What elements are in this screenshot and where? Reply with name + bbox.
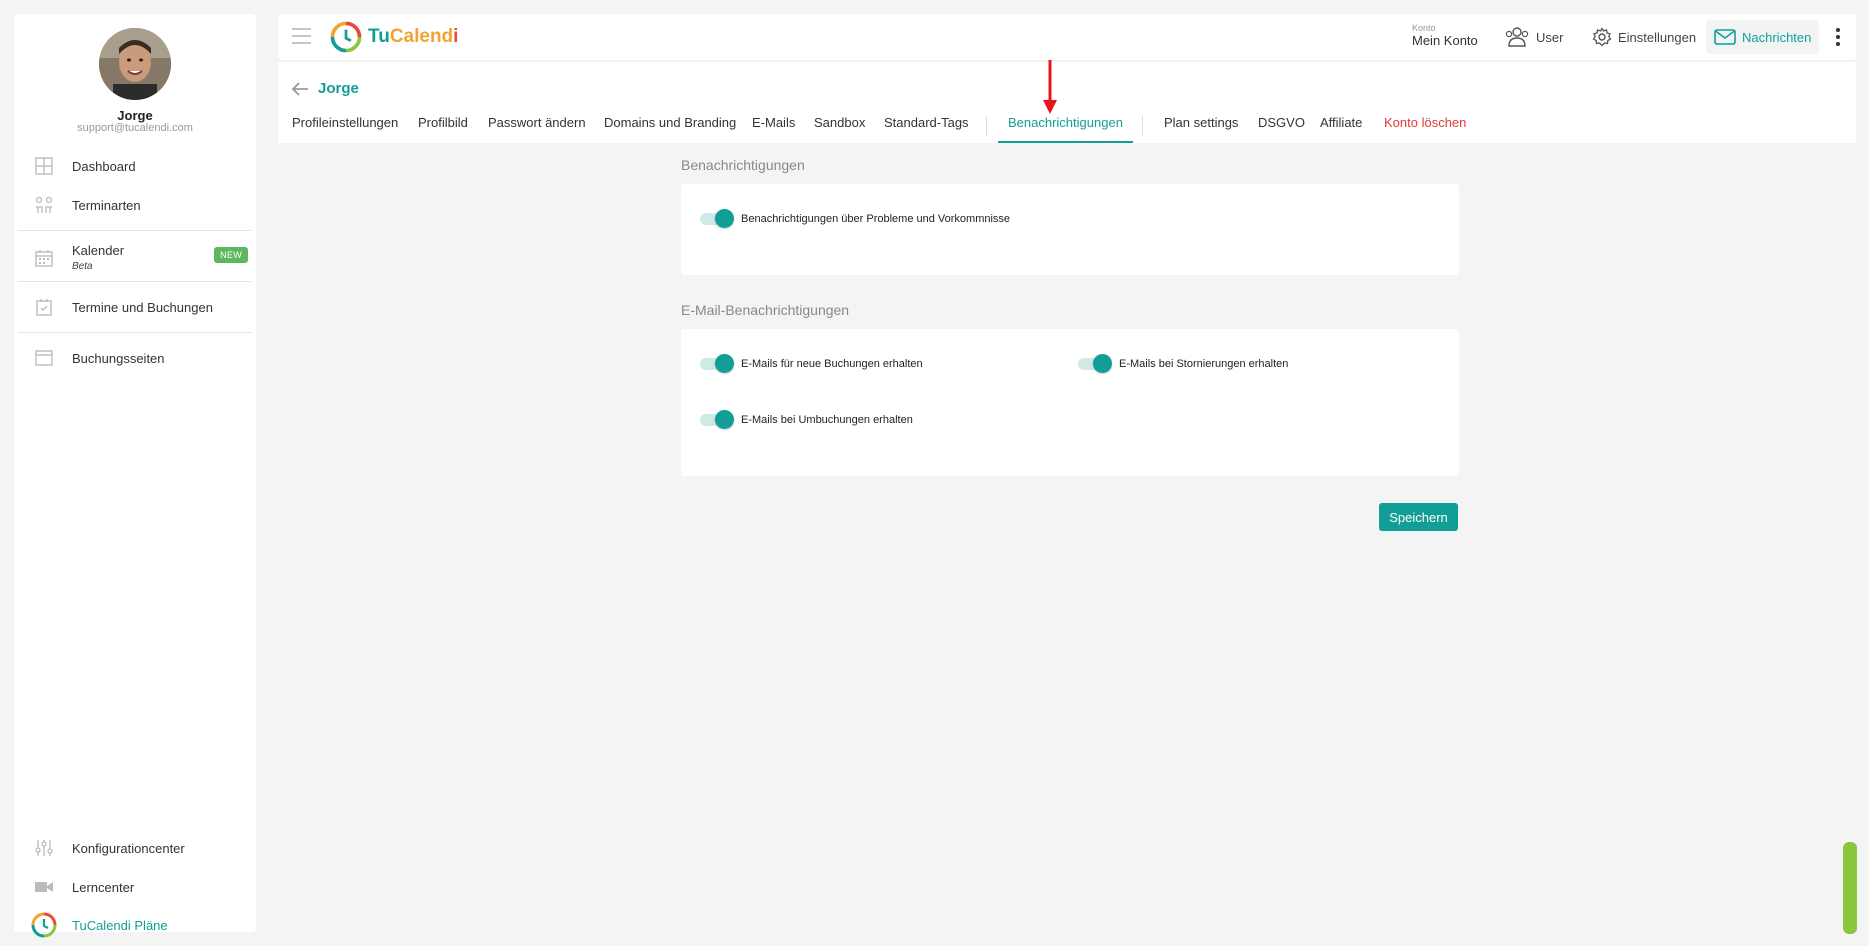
tab-divider (1142, 116, 1143, 136)
envelope-icon (1714, 29, 1736, 45)
profile-name: Jorge (318, 80, 359, 97)
divider (18, 332, 252, 333)
back-button[interactable]: Jorge (290, 80, 359, 97)
tab-divider (986, 116, 987, 136)
divider (18, 281, 252, 282)
sidebar-item-terminarten[interactable]: Terminarten (14, 186, 256, 224)
menu-icon[interactable] (292, 28, 311, 44)
sidebar-item-konfigurationcenter[interactable]: Konfigurationcenter (14, 829, 256, 867)
users-label: User (1536, 29, 1564, 45)
sidebar-item-termine-und-buchungen[interactable]: Termine und Buchungen (14, 288, 256, 326)
users-icon (1505, 27, 1529, 47)
sidebar-item-buchungsseiten[interactable]: Buchungsseiten (14, 339, 256, 377)
toggle-new-bookings[interactable] (700, 353, 734, 373)
tab-passwort[interactable]: Passwort ändern (488, 106, 586, 143)
tucalendi-logo-icon (31, 912, 57, 938)
sidebar: Jorge support@tucalendi.com Dashboard Te… (14, 14, 256, 938)
sidebar-item-kalender[interactable]: Kalender Beta NEW (14, 236, 256, 280)
sidebar-item-dashboard[interactable]: Dashboard (14, 147, 256, 185)
sidebar-item-label: Lerncenter (72, 879, 135, 895)
divider (18, 230, 252, 231)
save-button[interactable]: Speichern (1379, 503, 1458, 531)
sidebar-item-label: Dashboard (72, 158, 136, 174)
tab-dsgvo[interactable]: DSGVO (1258, 106, 1305, 143)
sidebar-item-tucalendi-plaene[interactable]: TuCalendi Pläne (14, 906, 256, 944)
section-title-email-notifications: E-Mail-Benachrichtigungen (681, 302, 850, 318)
sidebar-item-label: Terminarten (72, 197, 141, 213)
top-bar: TuCalendi Konto Mein Konto User Einstell… (278, 14, 1856, 60)
sliders-icon (35, 840, 53, 856)
toggle-label: E-Mails bei Stornierungen erhalten (1119, 358, 1289, 370)
toggle-problems-notifications[interactable] (700, 208, 734, 228)
toggle-rebookings[interactable] (700, 409, 734, 429)
toggle-label: E-Mails für neue Buchungen erhalten (741, 358, 923, 370)
notifications-card: Benachrichtigungen über Probleme und Vor… (681, 184, 1459, 275)
app-logo[interactable]: TuCalendi (330, 21, 458, 53)
tab-emails[interactable]: E-Mails (752, 106, 795, 143)
tab-sandbox[interactable]: Sandbox (814, 106, 865, 143)
more-options-icon[interactable] (1836, 28, 1842, 49)
beta-label: Beta (72, 261, 93, 272)
sidebar-item-lerncenter[interactable]: Lerncenter (14, 868, 256, 906)
annotation-arrow-icon (1043, 60, 1057, 114)
event-types-icon (35, 196, 53, 213)
tab-standard-tags[interactable]: Standard-Tags (884, 106, 969, 143)
user-email: support@tucalendi.com (77, 122, 193, 134)
account-caption: Konto (1412, 23, 1436, 33)
sidebar-item-label: Termine und Buchungen (72, 299, 213, 315)
tab-profileinstellungen[interactable]: Profileinstellungen (292, 106, 398, 143)
users-button[interactable]: User (1496, 20, 1571, 54)
tab-domains-branding[interactable]: Domains und Branding (604, 106, 736, 143)
tab-plan-settings[interactable]: Plan settings (1164, 106, 1238, 143)
sidebar-item-label: Konfigurationcenter (72, 840, 185, 856)
arrow-left-icon (291, 81, 308, 96)
tucalendi-logo-icon (330, 21, 362, 53)
toggle-cancellations[interactable] (1078, 353, 1112, 373)
scroll-indicator[interactable] (1843, 842, 1857, 934)
email-notifications-card: E-Mails für neue Buchungen erhalten E-Ma… (681, 329, 1459, 476)
account-label: Mein Konto (1412, 33, 1478, 48)
tab-profilbild[interactable]: Profilbild (418, 106, 468, 143)
new-badge: NEW (214, 247, 248, 263)
messages-button[interactable]: Nachrichten (1706, 20, 1820, 54)
calendar-check-icon (36, 299, 52, 316)
settings-label: Einstellungen (1618, 29, 1697, 45)
sidebar-item-label: Kalender (72, 243, 125, 258)
logo-text: TuCalendi (368, 26, 459, 47)
calendar-icon (35, 250, 53, 267)
section-title-notifications: Benachrichtigungen (681, 157, 805, 173)
settings-button[interactable]: Einstellungen (1584, 20, 1704, 54)
user-name: Jorge (117, 108, 153, 123)
toggle-label: Benachrichtigungen über Probleme und Vor… (741, 213, 1011, 225)
dashboard-icon (35, 157, 53, 175)
sidebar-item-label: TuCalendi Pläne (72, 917, 168, 933)
toggle-label: E-Mails bei Umbuchungen erhalten (741, 414, 913, 426)
tab-konto-loeschen[interactable]: Konto löschen (1384, 106, 1466, 143)
sidebar-item-label: Buchungsseiten (72, 350, 165, 366)
tab-affiliate[interactable]: Affiliate (1320, 106, 1362, 143)
video-icon (35, 882, 53, 892)
messages-label: Nachrichten (1742, 29, 1812, 45)
account-menu[interactable]: Konto Mein Konto (1412, 23, 1478, 49)
tab-benachrichtigungen[interactable]: Benachrichtigungen (998, 106, 1133, 143)
window-icon (35, 350, 53, 366)
profile-header: Jorge Profileinstellungen Profilbild Pas… (278, 62, 1856, 143)
gear-icon (1592, 27, 1612, 47)
avatar[interactable] (99, 28, 171, 100)
